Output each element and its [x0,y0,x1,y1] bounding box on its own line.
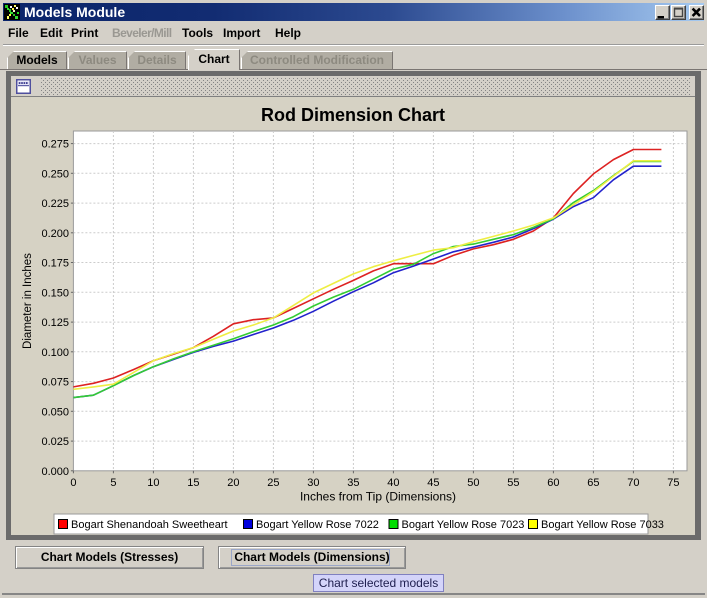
svg-text:15: 15 [187,477,199,489]
svg-text:0.150: 0.150 [41,287,69,299]
svg-text:75: 75 [667,477,679,489]
svg-text:60: 60 [547,477,559,489]
svg-text:35: 35 [347,477,359,489]
svg-text:40: 40 [387,477,399,489]
svg-text:0.275: 0.275 [41,139,69,151]
svg-text:0: 0 [70,477,76,489]
svg-text:20: 20 [227,477,239,489]
svg-text:0.225: 0.225 [41,198,69,210]
svg-text:50: 50 [467,477,479,489]
svg-text:0.075: 0.075 [41,377,69,389]
svg-text:65: 65 [587,477,599,489]
svg-text:70: 70 [627,477,639,489]
svg-text:Diameter in Inches: Diameter in Inches [22,253,34,349]
svg-text:30: 30 [307,477,319,489]
svg-text:25: 25 [267,477,279,489]
svg-text:5: 5 [110,477,116,489]
svg-text:0.050: 0.050 [41,406,69,418]
svg-text:Bogart Yellow Rose 7033: Bogart Yellow Rose 7033 [541,519,664,531]
svg-text:0.100: 0.100 [41,347,69,359]
svg-text:Bogart Yellow Rose 7023: Bogart Yellow Rose 7023 [402,519,525,531]
svg-text:Bogart Yellow Rose 7022: Bogart Yellow Rose 7022 [256,519,379,531]
svg-text:0.025: 0.025 [41,436,69,448]
svg-text:0.000: 0.000 [41,466,69,478]
svg-text:0.175: 0.175 [41,258,69,270]
svg-text:55: 55 [507,477,519,489]
svg-text:Bogart Shenandoah Sweetheart: Bogart Shenandoah Sweetheart [71,519,228,531]
svg-text:0.200: 0.200 [41,228,69,240]
svg-text:0.125: 0.125 [41,317,69,329]
svg-text:10: 10 [147,477,159,489]
svg-text:45: 45 [427,477,439,489]
svg-text:0.250: 0.250 [41,168,69,180]
svg-text:Inches from Tip (Dimensions): Inches from Tip (Dimensions) [300,490,456,504]
svg-text:Rod Dimension Chart: Rod Dimension Chart [261,105,445,125]
